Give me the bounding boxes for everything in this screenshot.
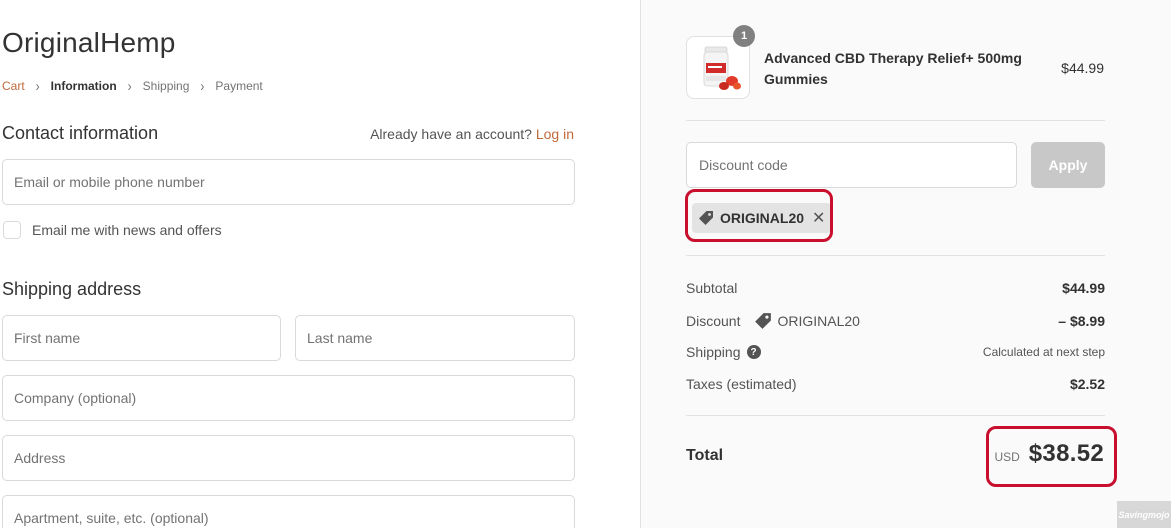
order-summary-panel: 1 Advanced CBD Therapy Relief+ 500mg Gum… <box>640 0 1171 528</box>
breadcrumb: Cart › Information › Shipping › Payment <box>2 77 263 95</box>
product-name: Advanced CBD Therapy Relief+ 500mg Gummi… <box>764 50 1022 87</box>
chevron-right-icon: › <box>200 77 205 95</box>
chevron-right-icon: › <box>127 77 132 95</box>
breadcrumb-payment: Payment <box>215 79 263 93</box>
account-prompt-text: Already have an account? <box>370 126 532 142</box>
discount-label: Discount <box>686 313 741 329</box>
shipping-value: Calculated at next step <box>982 345 1105 359</box>
breadcrumb-shipping: Shipping <box>142 79 190 93</box>
subtotal-label: Subtotal <box>686 280 738 296</box>
company-field[interactable]: Company (optional) <box>2 375 575 421</box>
company-placeholder: Company (optional) <box>14 390 137 406</box>
first-name-field[interactable]: First name <box>2 315 281 361</box>
discount-code-field[interactable]: Discount code <box>686 142 1017 188</box>
login-link[interactable]: Log in <box>536 126 574 142</box>
apartment-placeholder: Apartment, suite, etc. (optional) <box>14 510 209 526</box>
discount-code-placeholder: Discount code <box>699 157 788 173</box>
taxes-label: Taxes (estimated) <box>686 376 797 392</box>
last-name-field[interactable]: Last name <box>295 315 575 361</box>
address-placeholder: Address <box>14 450 66 466</box>
breadcrumb-information: Information <box>50 79 117 93</box>
subtotal-value: $44.99 <box>1062 280 1105 296</box>
discount-code-label: ORIGINAL20 <box>777 313 860 329</box>
account-prompt: Already have an account? Log in <box>370 126 574 142</box>
taxes-row: Taxes (estimated) $2.52 <box>686 376 1105 392</box>
subtotal-row: Subtotal $44.99 <box>686 280 1105 296</box>
store-title[interactable]: OriginalHemp <box>2 27 176 59</box>
shipping-row: Shipping ? Calculated at next step <box>686 344 1105 360</box>
shipping-section-title: Shipping address <box>2 279 142 299</box>
first-name-placeholder: First name <box>14 330 81 346</box>
tag-icon <box>755 313 772 329</box>
newsletter-label: Email me with news and offers <box>32 222 222 238</box>
newsletter-checkbox[interactable] <box>3 221 21 239</box>
shipping-label: Shipping <box>686 344 741 360</box>
divider <box>686 255 1105 256</box>
divider <box>686 120 1105 121</box>
total-highlight-box <box>986 426 1117 487</box>
newsletter-option[interactable]: Email me with news and offers <box>3 221 222 239</box>
contact-section-title: Contact information <box>2 123 159 143</box>
total-label: Total <box>686 447 724 464</box>
email-placeholder: Email or mobile phone number <box>14 174 205 190</box>
address-field[interactable]: Address <box>2 435 575 481</box>
divider <box>686 415 1105 416</box>
question-icon[interactable]: ? <box>746 345 761 359</box>
discount-highlight-box <box>685 189 833 242</box>
taxes-value: $2.52 <box>1069 376 1105 392</box>
apply-discount-button[interactable]: Apply <box>1031 142 1105 188</box>
last-name-placeholder: Last name <box>307 330 373 346</box>
chevron-right-icon: › <box>35 77 40 95</box>
apartment-field[interactable]: Apartment, suite, etc. (optional) <box>2 495 575 528</box>
product-price: $44.99 <box>1061 60 1104 76</box>
checkout-form-panel: OriginalHemp Cart › Information › Shippi… <box>0 0 640 528</box>
email-field[interactable]: Email or mobile phone number <box>2 159 575 205</box>
breadcrumb-cart[interactable]: Cart <box>2 79 25 93</box>
discount-row: Discount ORIGINAL20 – $8.99 <box>686 312 1105 330</box>
discount-value: – $8.99 <box>1058 313 1105 329</box>
quantity-badge: 1 <box>733 25 755 47</box>
watermark: Savingmojo <box>1117 501 1171 528</box>
